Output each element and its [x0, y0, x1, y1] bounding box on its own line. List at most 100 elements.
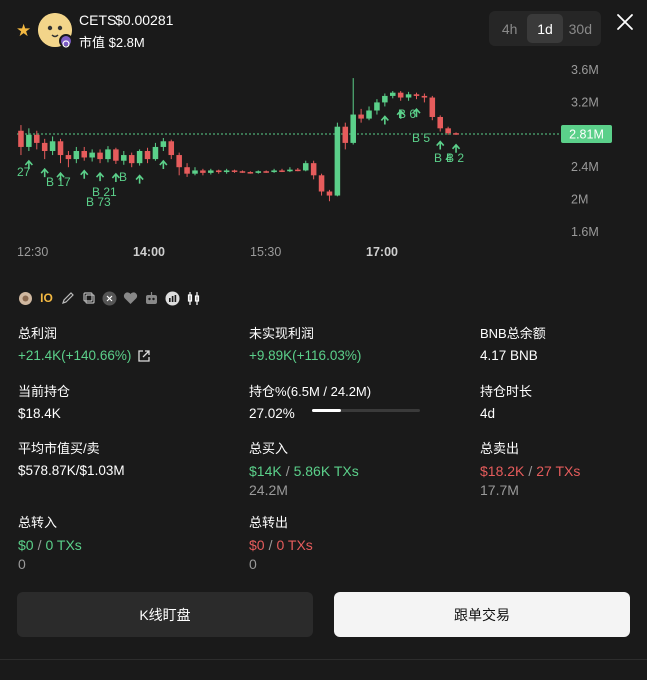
trade-label: B 73 — [86, 195, 111, 209]
holding-progress-bar — [312, 409, 420, 412]
timeframe-4h[interactable]: 4h — [492, 14, 527, 43]
trade-label: B 17 — [46, 175, 71, 189]
separator: / — [268, 537, 273, 553]
candle-body — [81, 151, 88, 158]
total-sell-amount: 17.7M — [480, 482, 519, 498]
timeframe-30d[interactable]: 30d — [563, 14, 598, 43]
candle-body — [144, 151, 151, 160]
bot-icon[interactable] — [144, 291, 159, 306]
candle-body — [334, 126, 341, 196]
bnb-balance-label: BNB总余额 — [480, 326, 546, 341]
holding-duration: 持仓时长 4d — [480, 384, 532, 423]
holding-percent: 持仓%(6.5M / 24.2M) 27.02% — [249, 384, 371, 423]
buy-marker-arrow — [436, 140, 445, 150]
current-price-label: 2.81M — [569, 127, 604, 141]
analytics-icon[interactable] — [165, 291, 180, 306]
candle-body — [152, 146, 159, 160]
candle-body — [49, 141, 56, 151]
buy-marker-arrow — [80, 169, 89, 179]
star-icon[interactable]: ★ — [16, 22, 33, 39]
trade-label: 27 — [17, 165, 31, 179]
total-buy-amount: 24.2M — [249, 482, 288, 498]
transfer-out-label: 总转出 — [249, 515, 289, 530]
candle-body — [350, 114, 356, 143]
current-position-value: $18.4K — [18, 406, 61, 421]
candle-body — [200, 170, 206, 173]
timeframe-selector: 4h 1d 30d — [489, 11, 601, 46]
candle-body — [208, 170, 214, 173]
close-icon[interactable] — [614, 11, 636, 33]
transfer-out-usd: $0 — [249, 537, 265, 553]
avg-mcap-value: $578.87K/$1.03M — [18, 463, 125, 478]
candle-body — [318, 175, 325, 192]
candle-body — [34, 134, 40, 143]
edit-icon[interactable] — [60, 291, 75, 306]
trade-label: B — [119, 170, 127, 184]
total-pnl-label: 总利润 — [18, 326, 58, 341]
separator: / — [285, 463, 290, 479]
candle-body — [271, 170, 277, 173]
trade-label: B 2 — [446, 151, 464, 165]
candle-body — [358, 114, 364, 119]
transfer-out: 总转出 $0/0 TXs 0 — [249, 515, 313, 572]
unrealized-pnl-value: +9.89K(+116.03%) — [249, 348, 362, 363]
total-sell-value: $18.2K/27 TXs — [480, 462, 580, 480]
candle-body — [215, 170, 222, 173]
y-tick-label: 3.6M — [571, 63, 599, 77]
x-tick-label: 17:00 — [366, 245, 398, 259]
copy-icon[interactable] — [81, 291, 96, 306]
token-price: $0.00281 — [115, 12, 174, 28]
avg-mcap-label: 平均市值买/卖 — [18, 441, 100, 456]
candle-body — [231, 170, 238, 172]
candle-body — [26, 134, 32, 147]
copy-trade-button[interactable]: 跟单交易 — [334, 592, 630, 637]
current-position-label: 当前持仓 — [18, 384, 71, 399]
external-link-icon[interactable] — [137, 349, 151, 363]
unrealized-pnl-label: 未实现利润 — [249, 326, 315, 341]
candle-body — [413, 94, 420, 96]
holding-duration-value: 4d — [480, 406, 496, 421]
price-chart[interactable]: 3.6M3.2M2.8M2.4M2M1.6M12:3014:0015:3017:… — [0, 56, 647, 266]
holding-percent-label: 持仓%(6.5M / 24.2M) — [249, 384, 372, 399]
candle-body — [295, 169, 301, 172]
total-sell: 总卖出 $18.2K/27 TXs 17.7M — [480, 441, 580, 498]
total-buy: 总买入 $14K/5.86K TXs 24.2M — [249, 441, 359, 498]
candle-body — [421, 95, 428, 98]
separator: / — [37, 537, 42, 553]
y-tick-label: 2.4M — [571, 160, 599, 174]
candle-body — [73, 151, 80, 160]
transfer-in-value: $0/0 TXs — [18, 536, 82, 554]
candle-body — [429, 97, 436, 117]
transfer-out-amount: 0 — [249, 556, 257, 572]
candle-body — [113, 149, 119, 161]
timeframe-1d[interactable]: 1d — [527, 14, 563, 43]
transfer-in-label: 总转入 — [18, 515, 58, 530]
candle-body — [326, 191, 333, 196]
candle-body — [366, 110, 372, 119]
x-tick-label: 12:30 — [17, 245, 48, 259]
x-twitter-icon[interactable] — [102, 291, 117, 306]
candle-body — [160, 141, 167, 147]
heart-icon[interactable] — [123, 291, 138, 306]
candle-body — [453, 133, 459, 135]
candle-body — [389, 92, 396, 96]
buy-marker-arrow — [159, 159, 168, 169]
transfer-out-value: $0/0 TXs — [249, 536, 313, 554]
candle-body — [397, 92, 404, 98]
buy-marker-arrow — [135, 174, 144, 184]
candle-body — [342, 126, 349, 143]
candle-body — [223, 170, 230, 173]
current-position: 当前持仓 $18.4K — [18, 384, 70, 423]
bnb-balance: BNB总余额 4.17 BNB — [480, 326, 546, 365]
candle-body — [445, 128, 451, 134]
candle-body — [168, 141, 175, 156]
kline-monitor-button[interactable]: K线盯盘 — [17, 592, 313, 637]
buy-marker-arrow — [95, 171, 105, 182]
holding-percent-value: 27.02% — [249, 406, 295, 421]
token-symbol: CETS — [79, 12, 117, 28]
candlestick-icon[interactable] — [186, 291, 201, 306]
y-tick-label: 1.6M — [571, 225, 599, 239]
x-tick-label: 14:00 — [133, 245, 165, 259]
total-buy-txs: 5.86K TXs — [293, 463, 359, 479]
avg-mcap: 平均市值买/卖 $578.87K/$1.03M — [18, 441, 125, 480]
